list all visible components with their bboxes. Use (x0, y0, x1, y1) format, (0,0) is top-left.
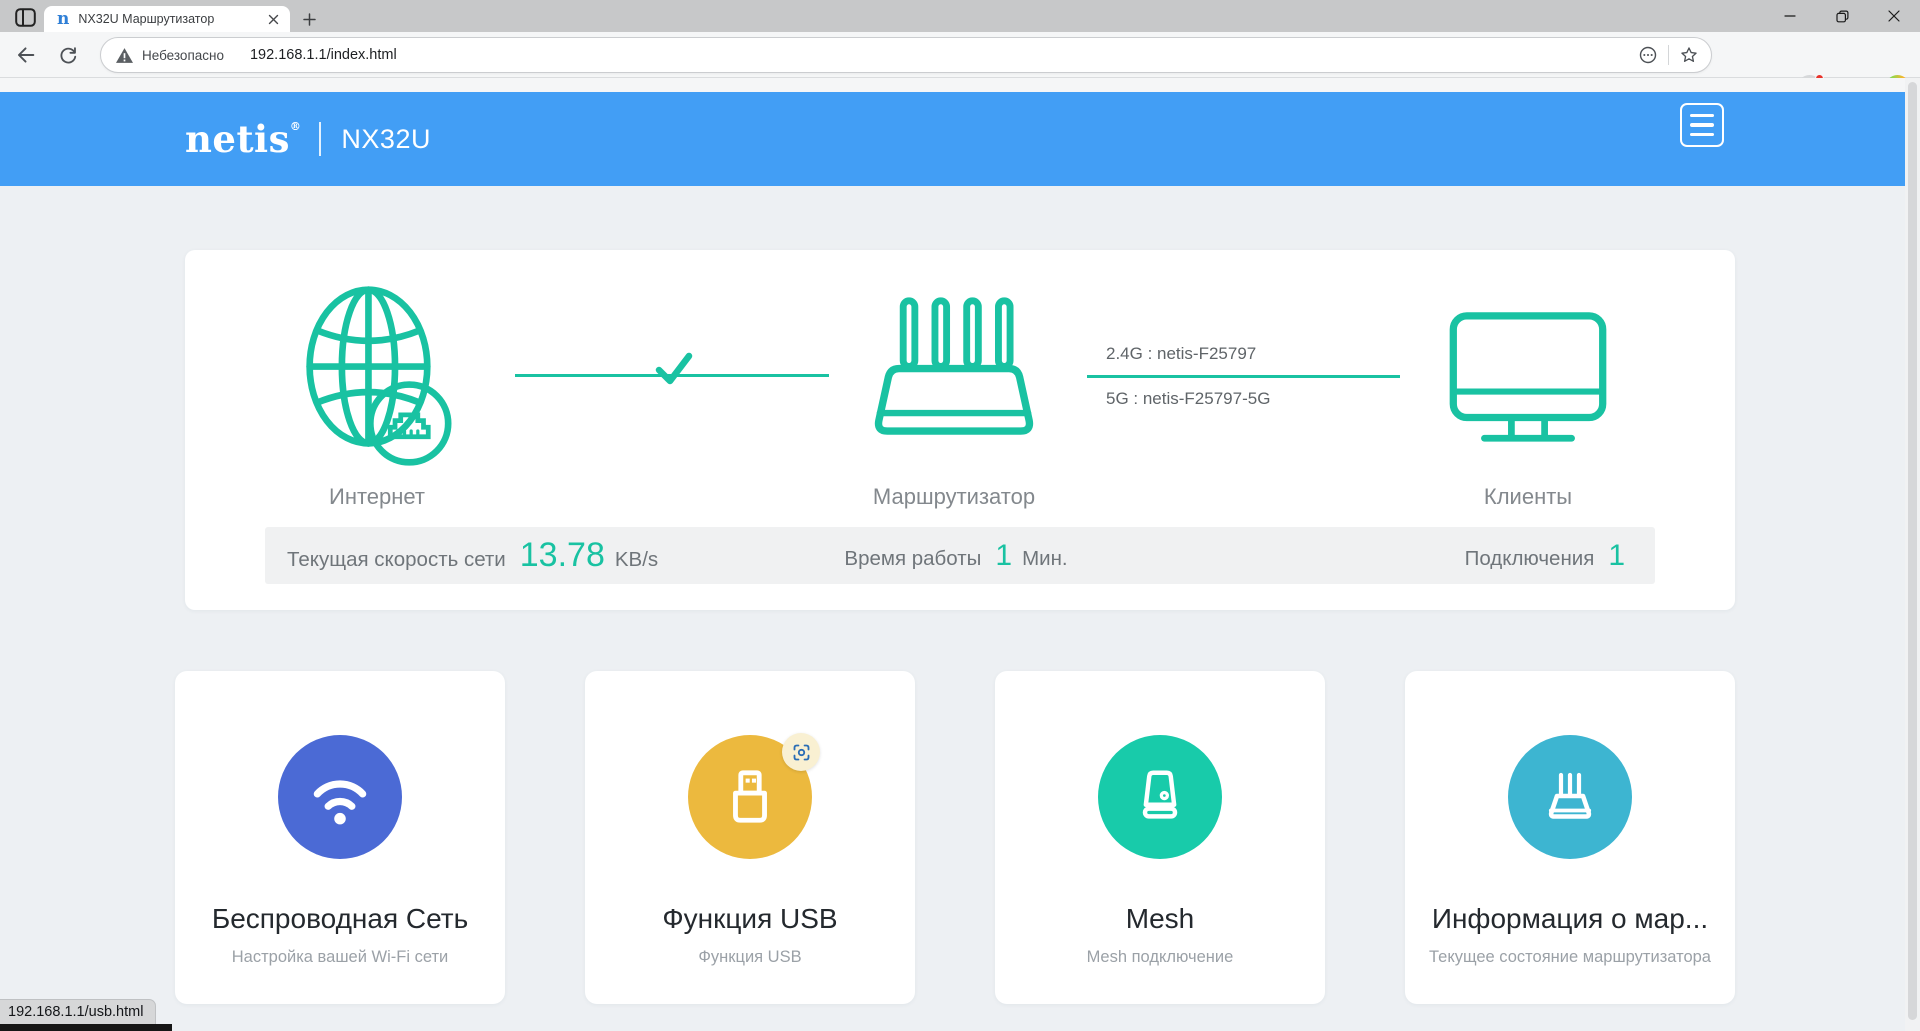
connections-value: 1 (1608, 538, 1625, 572)
more-url-actions-icon[interactable] (1634, 41, 1662, 69)
card-title: Функция USB (662, 903, 838, 934)
card-subtitle: Mesh подключение (1086, 948, 1234, 966)
feature-cards-row: Беспроводная Сеть Настройка вашей Wi-Fi … (175, 671, 1735, 1004)
reload-button[interactable] (52, 39, 84, 71)
card-wireless[interactable]: Беспроводная Сеть Настройка вашей Wi-Fi … (175, 671, 505, 1004)
hamburger-menu-icon[interactable] (1680, 103, 1724, 147)
card-usb[interactable]: Функция USB Функция USB (585, 671, 915, 1004)
card-subtitle: Текущее состояние маршрутизатора (1429, 948, 1711, 966)
visual-search-badge-icon[interactable] (782, 733, 820, 771)
site-security-chip[interactable]: Небезопасно (115, 47, 224, 64)
window-controls (1764, 0, 1920, 32)
uptime-stat: Время работы 1 Мин. (844, 538, 1068, 572)
internet-label: Интернет (329, 484, 425, 509)
ssid-block: 2.4G : netis-F25797 5G : netis-F25797-5G (1087, 344, 1400, 409)
model-name: NX32U (341, 123, 431, 154)
router-node: Маршрутизатор (834, 280, 1074, 510)
site-header: netis® NX32U (0, 92, 1905, 186)
network-status-card: Интернет Маршрутизатор 2.4G : netis-F257… (185, 250, 1735, 610)
page-top-strip (0, 78, 1905, 92)
uptime-value: 1 (995, 538, 1013, 572)
address-bar[interactable]: Небезопасно 192.168.1.1/index.html (100, 37, 1712, 73)
wifi-icon (278, 735, 402, 859)
router-admin-page: netis® NX32U Интернет Маршрутизатор 2.4G… (0, 78, 1920, 1031)
ssid-5g: 5G : netis-F25797-5G (1106, 388, 1271, 408)
favorite-star-icon[interactable] (1675, 41, 1703, 69)
tab-close-icon[interactable] (264, 10, 282, 28)
link-target-tooltip: 192.168.1.1/usb.html (0, 999, 157, 1024)
page-scrollbar[interactable] (1905, 78, 1920, 1031)
netis-favicon: n (57, 8, 70, 29)
card-router-info[interactable]: Информация о мар... Текущее состояние ма… (1405, 671, 1735, 1004)
new-tab-button[interactable] (297, 7, 321, 31)
card-title: Информация о мар... (1431, 903, 1709, 934)
card-title: Беспроводная Сеть (211, 903, 469, 934)
connection-check-icon (655, 352, 693, 386)
internet-node: Интернет (257, 280, 497, 510)
card-title: Mesh (1125, 903, 1195, 934)
tab-actions-menu-icon[interactable] (10, 5, 40, 29)
netis-logo: netis® (185, 116, 302, 161)
router-label: Маршрутизатор (872, 484, 1036, 509)
brand-divider (319, 122, 322, 156)
url-text[interactable]: 192.168.1.1/index.html (250, 47, 1634, 63)
mesh-node-icon (1098, 735, 1222, 859)
router-4-antenna-icon (834, 280, 1074, 472)
warning-triangle-icon (116, 47, 133, 63)
card-subtitle: Настройка вашей Wi-Fi сети (231, 948, 449, 966)
speed-value: 13.78 (519, 536, 605, 574)
monitor-icon (1408, 280, 1648, 472)
close-window-button[interactable] (1868, 0, 1920, 32)
card-mesh[interactable]: Mesh Mesh подключение (995, 671, 1325, 1004)
globe-ethernet-icon (257, 280, 497, 472)
back-button[interactable] (10, 39, 42, 71)
browser-tab[interactable]: n NX32U Маршрутизатор (44, 6, 290, 32)
minimize-button[interactable] (1764, 0, 1816, 32)
tab-title: NX32U Маршрутизатор (78, 12, 215, 26)
card-subtitle: Функция USB (698, 948, 802, 966)
pill-divider (1668, 45, 1669, 65)
restore-button[interactable] (1816, 0, 1868, 32)
browser-titlebar: n NX32U Маршрутизатор (0, 0, 1920, 32)
stats-bar: Текущая скорость сети 13.78 KB/s Время р… (265, 527, 1655, 584)
router-icon (1508, 735, 1632, 859)
scrollbar-thumb[interactable] (1908, 82, 1917, 1020)
clients-label: Клиенты (1483, 484, 1573, 509)
connections-stat: Подключения 1 (1464, 538, 1625, 572)
clients-node: Клиенты (1408, 280, 1648, 510)
ssid-divider-line (1087, 375, 1400, 378)
browser-toolbar: Небезопасно 192.168.1.1/index.html (0, 32, 1920, 100)
taskbar-sliver (0, 1024, 172, 1031)
speed-stat: Текущая скорость сети 13.78 KB/s (287, 536, 659, 574)
ssid-2g: 2.4G : netis-F25797 (1106, 344, 1257, 363)
security-label: Небезопасно (142, 47, 224, 63)
